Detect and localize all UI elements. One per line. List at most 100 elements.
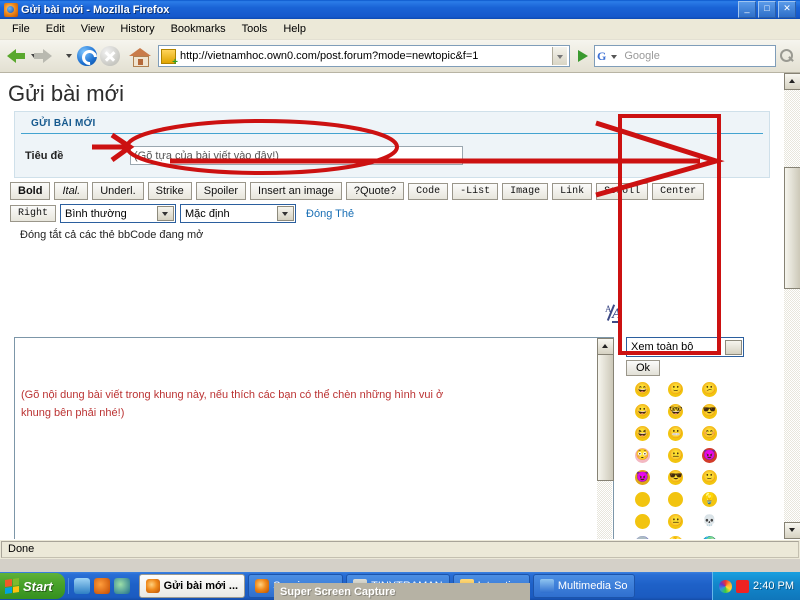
smiley-blank3[interactable] [635, 514, 651, 529]
smiley-blank[interactable] [635, 492, 651, 507]
editor-line-1: (Gõ nội dung bài viết trong khung này, n… [21, 389, 444, 401]
editor-scrollbar[interactable] [597, 338, 614, 539]
start-button[interactable]: Start [0, 573, 65, 599]
smiley-smile[interactable]: 🙂 [668, 382, 684, 397]
close-button[interactable]: ✕ [778, 1, 796, 18]
search-icon[interactable] [776, 46, 796, 66]
smiley-silly[interactable]: 😬 [668, 426, 684, 441]
page-scroll-up-icon[interactable] [784, 73, 800, 90]
scroll-button[interactable]: Scroll [596, 182, 649, 200]
smiley-laugh[interactable]: 😆 [635, 426, 651, 441]
page-scroll-down-icon[interactable] [784, 522, 800, 539]
reload-icon[interactable] [77, 46, 97, 66]
ok-button[interactable]: Ok [626, 360, 661, 376]
tray-red-icon[interactable] [736, 579, 750, 593]
right-align-button[interactable]: Right [10, 205, 57, 222]
post-title-input[interactable] [130, 146, 463, 165]
menu-history[interactable]: History [112, 21, 162, 37]
list-button[interactable]: -List [452, 182, 499, 200]
smiley-earth[interactable]: 🌍 [701, 536, 717, 539]
smiley-grin[interactable]: 😄 [635, 382, 651, 397]
image-button[interactable]: Image [502, 182, 549, 200]
link-button[interactable]: Link [552, 182, 593, 200]
forward-dropdown-icon[interactable] [65, 43, 74, 69]
home-icon[interactable] [129, 46, 151, 67]
taskbar-item-4-label: Multimedia So [557, 580, 628, 592]
start-label: Start [23, 578, 53, 594]
page-scrollbar[interactable] [784, 73, 800, 539]
smiley-category-value: Xem toàn bộ [631, 341, 694, 353]
tray-rainbow-icon[interactable] [719, 579, 733, 593]
taskbar-item-0[interactable]: Gửi bài mới ... [138, 574, 246, 598]
forward-icon[interactable] [34, 43, 65, 69]
quote-button[interactable]: ?Quote? [345, 182, 405, 200]
smiley-devil-yellow[interactable]: 😈 [635, 470, 651, 485]
firefox-icon [255, 579, 270, 593]
taskbar-item-0-label: Gửi bài mới ... [163, 580, 239, 592]
ssc-title: Super Screen Capture [280, 585, 396, 598]
smiley-category-select[interactable]: Xem toàn bộ [626, 337, 744, 357]
maximize-button[interactable]: □ [758, 1, 776, 18]
underline-button[interactable]: Underl. [92, 182, 144, 200]
globe-icon[interactable] [113, 578, 130, 594]
menu-view[interactable]: View [73, 21, 113, 37]
go-icon[interactable] [572, 45, 594, 67]
firefox-icon [4, 2, 18, 17]
menu-tools[interactable]: Tools [234, 21, 276, 37]
post-editor[interactable]: (Gõ nội dung bài viết trong khung này, n… [14, 337, 614, 539]
media-player-icon[interactable] [93, 578, 110, 594]
smiley-happy[interactable]: 😀 [635, 404, 651, 419]
search-engine-dropdown-icon[interactable] [608, 47, 620, 65]
menu-help[interactable]: Help [275, 21, 314, 37]
taskbar-item-4[interactable]: Multimedia So [532, 574, 635, 598]
smiley-geek[interactable]: 🤓 [668, 404, 684, 419]
bold-button[interactable]: Bold [10, 182, 51, 200]
font-style-icon[interactable]: AA [604, 304, 630, 324]
smiley-unsure[interactable]: 😐 [668, 448, 684, 463]
strike-button[interactable]: Strike [147, 182, 192, 200]
web-page: Gửi bài mới GỬI BÀI MỚI Tiêu đề Bold Ita… [0, 73, 784, 539]
spoiler-button[interactable]: Spoiler [195, 182, 247, 200]
smiley-devil-red[interactable]: 😈 [701, 448, 717, 463]
url-text: http://vietnamhoc.own0.com/post.forum?mo… [180, 50, 479, 62]
close-tags-link[interactable]: Đóng Thẻ [306, 208, 354, 220]
smiley-blush[interactable]: 😳 [635, 448, 651, 463]
menu-file[interactable]: File [4, 21, 38, 37]
smiley-blank2[interactable] [668, 492, 684, 507]
back-icon[interactable] [4, 43, 30, 69]
italic-button[interactable]: Ital. [54, 182, 89, 200]
firefox-icon [145, 579, 160, 593]
editor-scroll-up-icon[interactable] [597, 338, 614, 355]
menu-bookmarks[interactable]: Bookmarks [163, 21, 234, 37]
smiley-grid: 😄 🙂 😕 😀 🤓 😎 😆 😬 😊 😳 😐 😈 😈 😎 🙂 💡 😐 💀 [626, 382, 726, 539]
smiley-plain[interactable]: 🙂 [701, 470, 717, 485]
smiley-confused[interactable]: 😕 [701, 382, 717, 397]
url-dropdown-icon[interactable] [552, 47, 567, 65]
center-button[interactable]: Center [652, 182, 705, 200]
search-input[interactable]: Google [620, 50, 775, 62]
code-button[interactable]: Code [408, 182, 449, 200]
smiley-cheeky[interactable]: 😊 [701, 426, 717, 441]
search-bar[interactable]: G Google [594, 45, 776, 67]
editor-scroll-thumb[interactable] [597, 354, 614, 481]
font-size-value: Bình thường [65, 207, 127, 220]
page-scroll-thumb[interactable] [784, 167, 800, 289]
app-icon [539, 579, 554, 593]
font-size-select[interactable]: Bình thường [60, 204, 177, 223]
smiley-heart[interactable]: 💛 [668, 536, 684, 539]
smiley-neutral[interactable]: 😐 [668, 514, 684, 529]
chevron-down-icon [277, 206, 295, 221]
stop-icon [100, 46, 120, 66]
font-color-select[interactable]: Mặc định [180, 204, 297, 223]
url-bar[interactable]: http://vietnamhoc.own0.com/post.forum?mo… [158, 45, 570, 67]
windows-logo-icon [5, 578, 19, 594]
minimize-button[interactable]: _ [738, 1, 756, 18]
show-desktop-icon[interactable] [73, 578, 90, 594]
insert-image-button[interactable]: Insert an image [250, 182, 342, 200]
smiley-idea[interactable]: 💡 [701, 492, 717, 507]
smiley-sunglasses[interactable]: 😎 [668, 470, 684, 485]
menu-edit[interactable]: Edit [38, 21, 73, 37]
smiley-skull[interactable]: 💀 [701, 514, 717, 529]
smiley-alien-blue[interactable]: 👽 [635, 536, 651, 539]
smiley-cool[interactable]: 😎 [701, 404, 717, 419]
